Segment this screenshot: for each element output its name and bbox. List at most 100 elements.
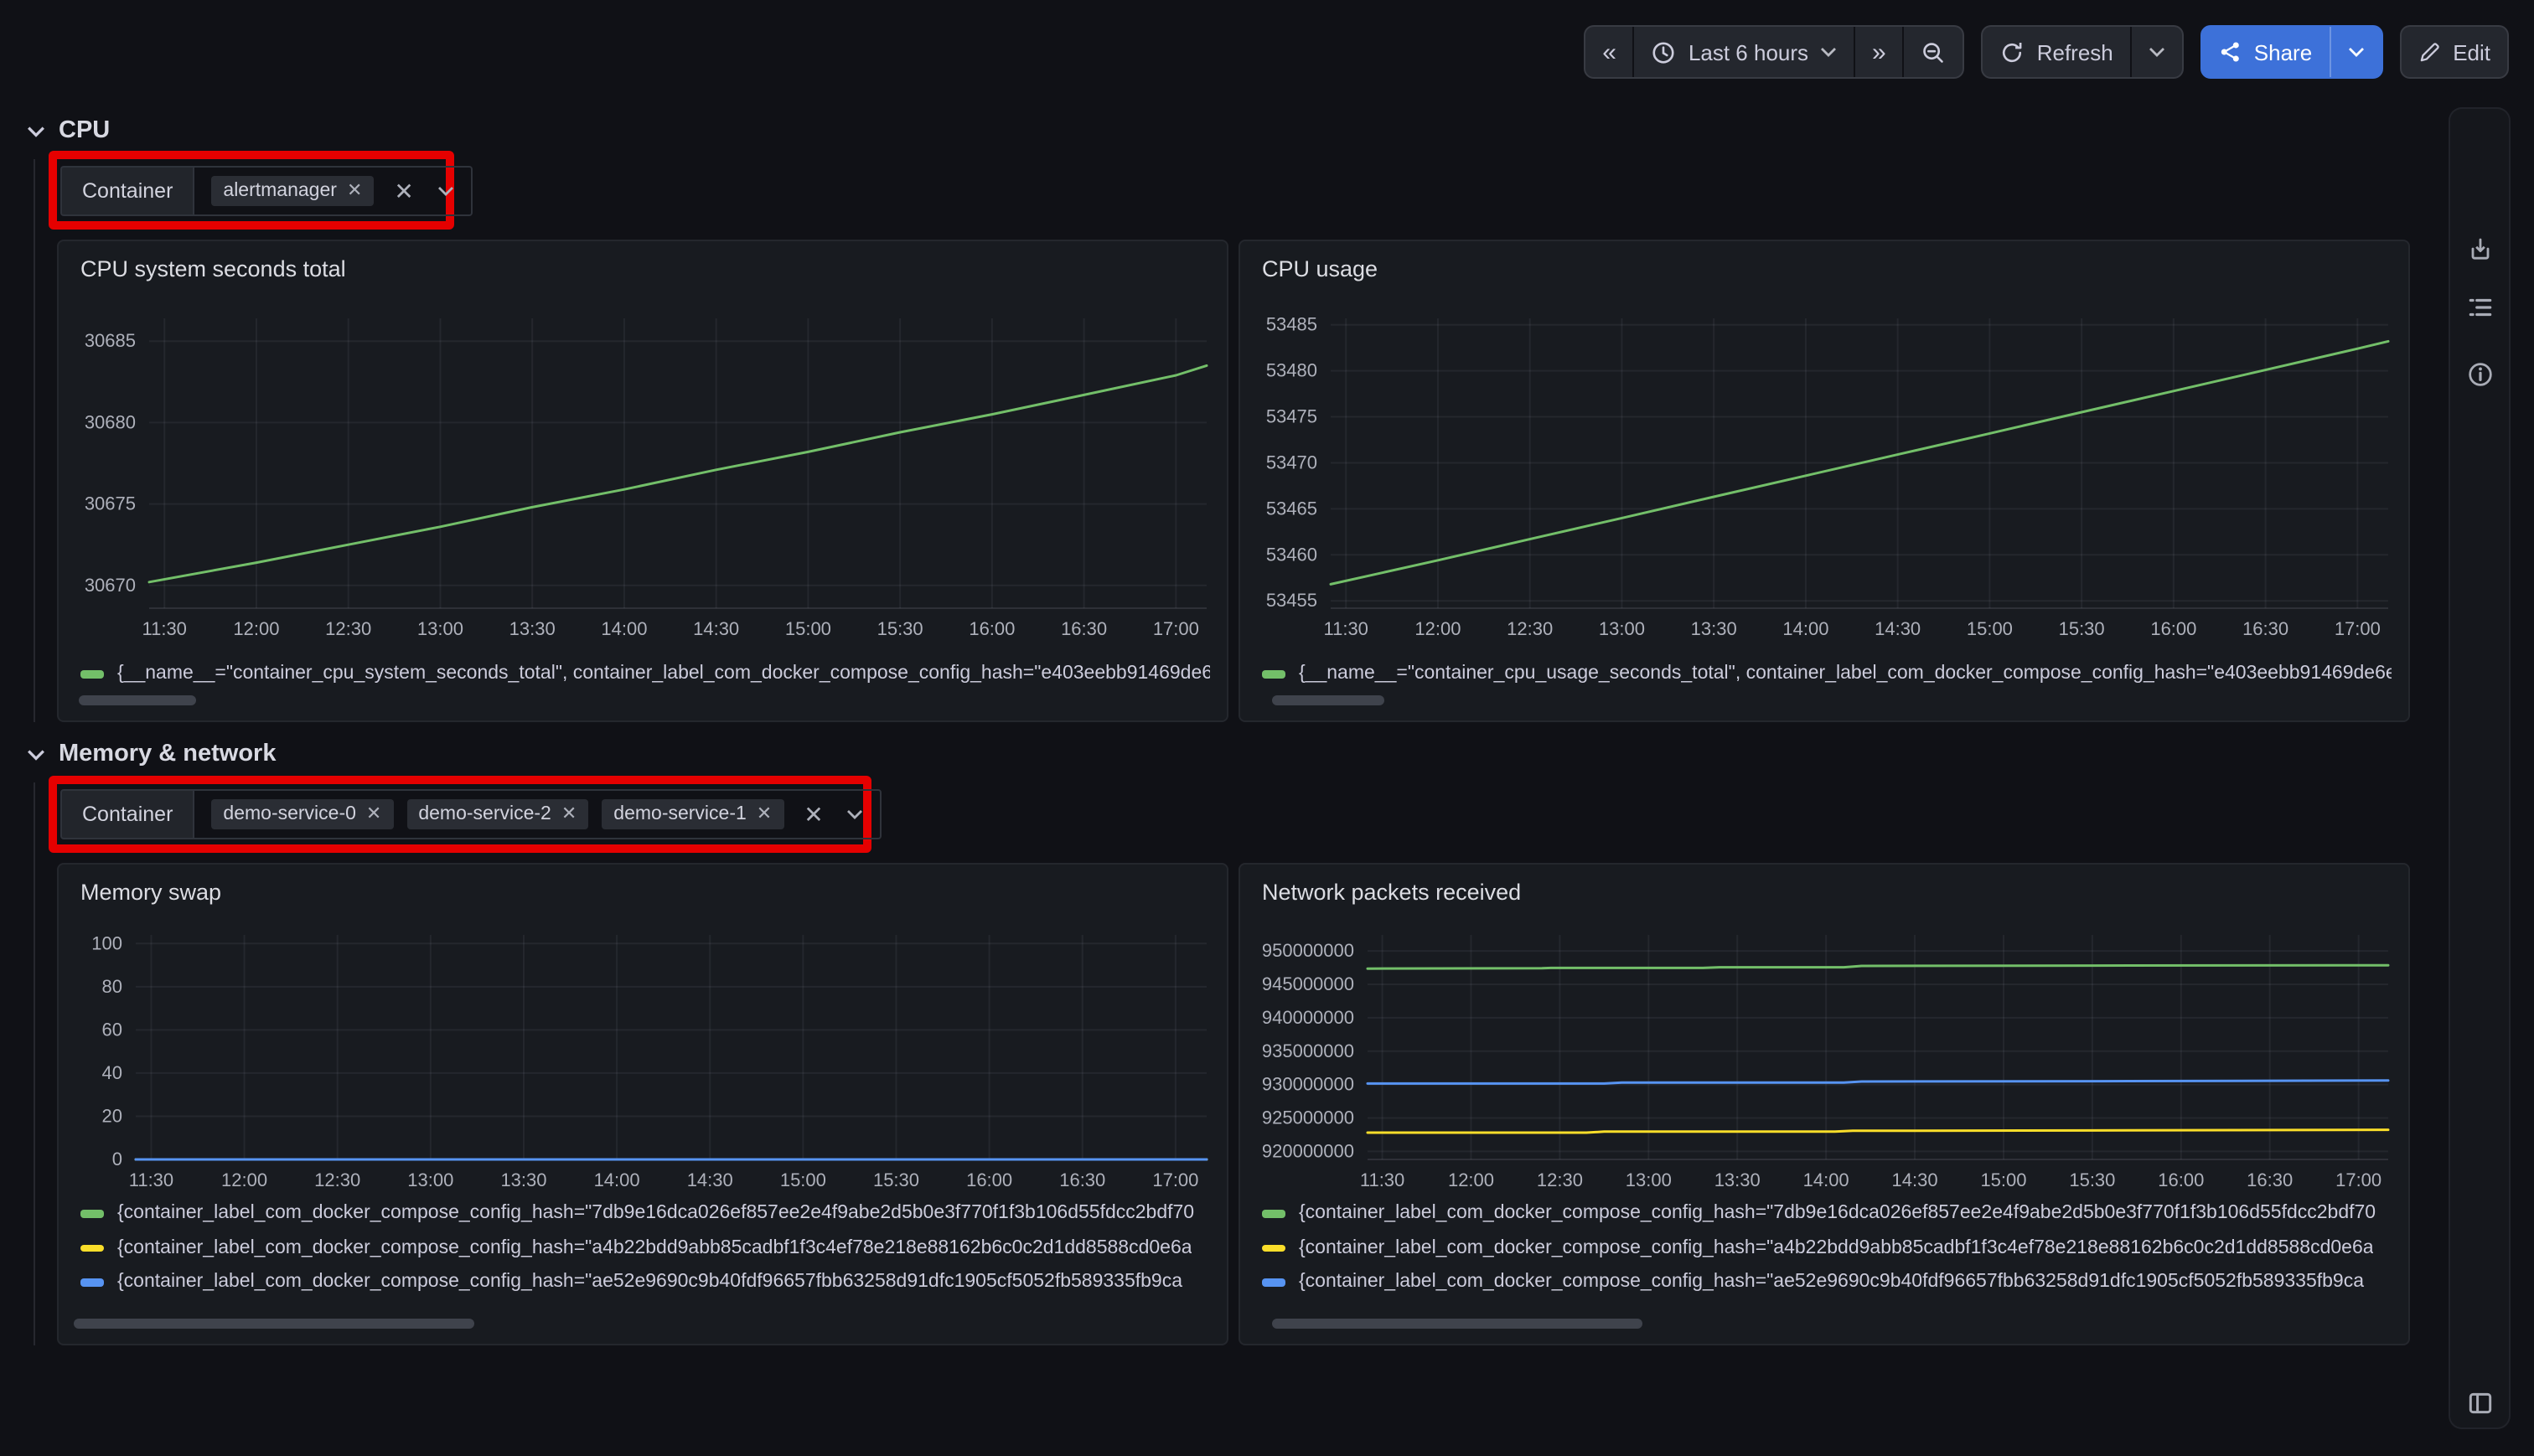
zoom-out-time-button[interactable] — [1903, 27, 1963, 77]
panel-left-toggle-icon — [2465, 1389, 2494, 1417]
chevron-down-icon — [27, 748, 45, 760]
variable-values[interactable]: demo-service-0✕demo-service-2✕demo-servi… — [193, 789, 882, 839]
time-shift-forward-button[interactable]: » — [1854, 27, 1903, 77]
legend-item[interactable]: {container_label_com_docker_compose_conf… — [80, 1231, 1210, 1265]
refresh-label: Refresh — [2037, 39, 2113, 65]
remove-value-icon[interactable]: ✕ — [757, 805, 772, 824]
remove-value-icon[interactable]: ✕ — [366, 805, 381, 824]
svg-text:11:30: 11:30 — [1360, 1169, 1404, 1190]
chart-legend: {container_label_com_docker_compose_conf… — [1262, 1196, 2392, 1299]
pencil-icon — [2418, 40, 2441, 64]
time-shift-back-button[interactable]: « — [1585, 27, 1633, 77]
variable-values[interactable]: alertmanager✕✕ — [193, 166, 472, 216]
time-range-label: Last 6 hours — [1688, 39, 1808, 65]
svg-text:17:00: 17:00 — [2335, 1169, 2381, 1190]
svg-text:40: 40 — [102, 1062, 122, 1083]
legend-scrollbar[interactable] — [1272, 1319, 1642, 1329]
legend-item[interactable]: {container_label_com_docker_compose_conf… — [80, 1196, 1210, 1231]
refresh-group: Refresh — [1982, 25, 2184, 79]
section-header-cpu[interactable]: CPU — [27, 117, 110, 144]
svg-text:53475: 53475 — [1266, 406, 1317, 427]
legend-series-label: {__name__="container_cpu_usage_seconds_t… — [1299, 664, 2392, 684]
svg-text:15:30: 15:30 — [873, 1169, 919, 1190]
svg-text:945000000: 945000000 — [1262, 973, 1354, 994]
legend-scrollbar[interactable] — [1272, 695, 1384, 705]
svg-text:15:00: 15:00 — [785, 618, 831, 639]
refresh-button[interactable]: Refresh — [1983, 27, 2130, 77]
svg-text:53465: 53465 — [1266, 498, 1317, 519]
svg-text:80: 80 — [102, 976, 122, 997]
svg-text:14:30: 14:30 — [693, 618, 739, 639]
svg-text:11:30: 11:30 — [1324, 618, 1368, 639]
legend-series-label: {container_label_com_docker_compose_conf… — [117, 1273, 1182, 1293]
svg-text:15:30: 15:30 — [877, 618, 923, 639]
legend-series-marker — [80, 1244, 104, 1252]
dropdown-chevron-icon[interactable] — [847, 809, 864, 819]
remove-value-icon[interactable]: ✕ — [347, 182, 362, 200]
svg-text:17:00: 17:00 — [1153, 618, 1199, 639]
legend-scrollbar[interactable] — [79, 695, 196, 705]
legend-item[interactable]: {container_label_com_docker_compose_conf… — [1262, 1265, 2392, 1299]
svg-text:930000000: 930000000 — [1262, 1074, 1354, 1095]
svg-text:14:00: 14:00 — [1782, 618, 1828, 639]
svg-text:12:00: 12:00 — [1414, 618, 1461, 639]
dropdown-chevron-icon[interactable] — [437, 186, 454, 196]
time-picker-button[interactable]: Last 6 hours — [1633, 27, 1854, 77]
share-group: Share — [2200, 25, 2382, 79]
legend-item[interactable]: {container_label_com_docker_compose_conf… — [80, 1265, 1210, 1299]
section-title: CPU — [59, 117, 110, 144]
svg-text:30685: 30685 — [85, 330, 136, 351]
svg-text:12:00: 12:00 — [233, 618, 279, 639]
share-dropdown[interactable] — [2329, 27, 2381, 77]
clear-all-icon[interactable]: ✕ — [804, 803, 823, 826]
pill-label: demo-service-2 — [418, 804, 551, 824]
chart-legend: {container_label_com_docker_compose_conf… — [80, 1196, 1210, 1299]
svg-text:16:30: 16:30 — [1059, 1169, 1105, 1190]
legend-item[interactable]: {__name__="container_cpu_usage_seconds_t… — [1262, 657, 2392, 691]
legend-item[interactable]: {container_label_com_docker_compose_conf… — [1262, 1231, 2392, 1265]
timeseries-chart: 02040608010011:3012:0012:3013:0013:3014:… — [75, 922, 1213, 1196]
variable-value-pill[interactable]: alertmanager✕ — [211, 176, 374, 206]
refresh-interval-dropdown[interactable] — [2130, 27, 2182, 77]
panel-title[interactable]: Network packets received — [1262, 880, 1521, 905]
panel-title[interactable]: CPU system seconds total — [80, 256, 346, 281]
section-indent-line — [34, 159, 35, 722]
remove-value-icon[interactable]: ✕ — [561, 805, 577, 824]
svg-text:12:00: 12:00 — [1448, 1169, 1494, 1190]
svg-text:13:30: 13:30 — [509, 618, 556, 639]
svg-text:30680: 30680 — [85, 411, 136, 432]
legend-item[interactable]: {container_label_com_docker_compose_conf… — [1262, 1196, 2392, 1231]
export-button[interactable] — [2463, 233, 2496, 266]
collapse-rail-button[interactable] — [2462, 1386, 2497, 1421]
variable-value-pill[interactable]: demo-service-0✕ — [211, 799, 393, 829]
svg-text:13:00: 13:00 — [417, 618, 463, 639]
variable-value-pill[interactable]: demo-service-2 ✕ — [406, 799, 588, 829]
share-button[interactable]: Share — [2202, 27, 2329, 77]
svg-text:30670: 30670 — [85, 575, 136, 596]
dashboard-info-button[interactable] — [2462, 357, 2497, 392]
svg-text:13:30: 13:30 — [1691, 618, 1737, 639]
svg-text:53455: 53455 — [1266, 590, 1317, 611]
panel-cpu-system-seconds-total: CPU system seconds total 306703067530680… — [57, 240, 1228, 722]
legend-series-marker — [80, 1210, 104, 1217]
svg-text:14:30: 14:30 — [687, 1169, 733, 1190]
variable-value-pill[interactable]: demo-service-1✕ — [602, 799, 783, 829]
outline-button[interactable] — [2462, 290, 2497, 325]
svg-text:15:00: 15:00 — [1967, 618, 2013, 639]
legend-scrollbar[interactable] — [74, 1319, 474, 1329]
svg-text:16:00: 16:00 — [966, 1169, 1012, 1190]
edit-label: Edit — [2453, 39, 2490, 65]
edit-button[interactable]: Edit — [2401, 27, 2507, 77]
legend-series-marker — [1262, 670, 1285, 678]
svg-text:15:00: 15:00 — [780, 1169, 826, 1190]
panel-title[interactable]: Memory swap — [80, 880, 221, 905]
legend-item[interactable]: {__name__="container_cpu_system_seconds_… — [80, 657, 1210, 691]
section-header-memory-network[interactable]: Memory & network — [27, 741, 276, 767]
svg-text:16:00: 16:00 — [2158, 1169, 2204, 1190]
variable-label: Container — [60, 789, 193, 839]
chart-legend: {__name__="container_cpu_usage_seconds_t… — [1262, 657, 2392, 691]
panel-title[interactable]: CPU usage — [1262, 256, 1378, 281]
legend-series-label: {container_label_com_docker_compose_conf… — [117, 1204, 1194, 1224]
panel-memory-swap: Memory swap 02040608010011:3012:0012:301… — [57, 863, 1228, 1345]
clear-all-icon[interactable]: ✕ — [394, 179, 413, 203]
